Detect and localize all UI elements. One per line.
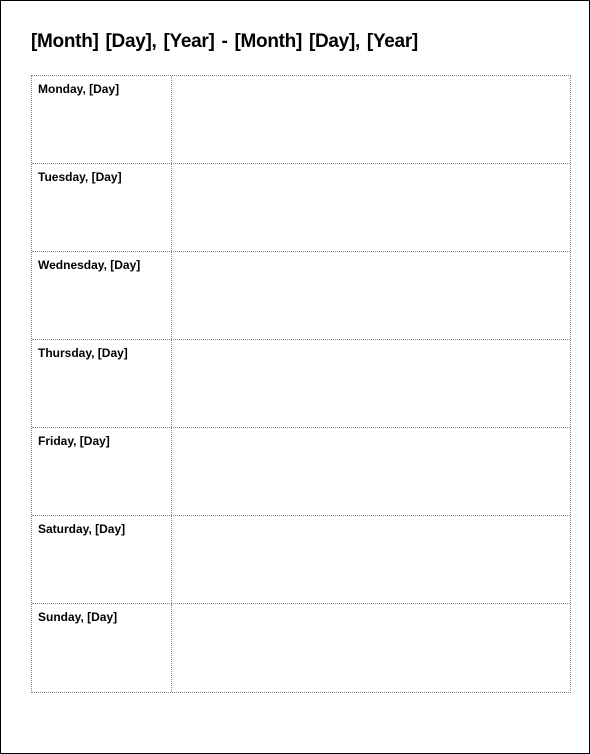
day-label: Thursday, [Day] bbox=[38, 346, 128, 360]
date-range-title: [Month] [Day], [Year] - [Month] [Day], [… bbox=[31, 31, 571, 53]
day-label: Tuesday, [Day] bbox=[38, 170, 122, 184]
day-label: Saturday, [Day] bbox=[38, 522, 125, 536]
calendar-page: [Month] [Day], [Year] - [Month] [Day], [… bbox=[0, 0, 590, 754]
day-row-saturday: Saturday, [Day] bbox=[32, 516, 570, 604]
day-label: Monday, [Day] bbox=[38, 82, 119, 96]
day-content-cell[interactable] bbox=[172, 516, 570, 603]
day-label-cell: Thursday, [Day] bbox=[32, 340, 172, 427]
day-row-sunday: Sunday, [Day] bbox=[32, 604, 570, 692]
day-label-cell: Friday, [Day] bbox=[32, 428, 172, 515]
day-row-monday: Monday, [Day] bbox=[32, 76, 570, 164]
day-label: Wednesday, [Day] bbox=[38, 258, 140, 272]
day-content-cell[interactable] bbox=[172, 428, 570, 515]
day-label-cell: Sunday, [Day] bbox=[32, 604, 172, 692]
day-content-cell[interactable] bbox=[172, 164, 570, 251]
day-content-cell[interactable] bbox=[172, 604, 570, 692]
day-content-cell[interactable] bbox=[172, 76, 570, 163]
day-row-thursday: Thursday, [Day] bbox=[32, 340, 570, 428]
day-row-friday: Friday, [Day] bbox=[32, 428, 570, 516]
day-row-wednesday: Wednesday, [Day] bbox=[32, 252, 570, 340]
day-row-tuesday: Tuesday, [Day] bbox=[32, 164, 570, 252]
day-label-cell: Monday, [Day] bbox=[32, 76, 172, 163]
day-label-cell: Wednesday, [Day] bbox=[32, 252, 172, 339]
day-label-cell: Saturday, [Day] bbox=[32, 516, 172, 603]
day-label-cell: Tuesday, [Day] bbox=[32, 164, 172, 251]
day-label: Sunday, [Day] bbox=[38, 610, 117, 624]
day-content-cell[interactable] bbox=[172, 340, 570, 427]
day-content-cell[interactable] bbox=[172, 252, 570, 339]
day-label: Friday, [Day] bbox=[38, 434, 110, 448]
week-grid: Monday, [Day] Tuesday, [Day] Wednesday, … bbox=[31, 75, 571, 693]
